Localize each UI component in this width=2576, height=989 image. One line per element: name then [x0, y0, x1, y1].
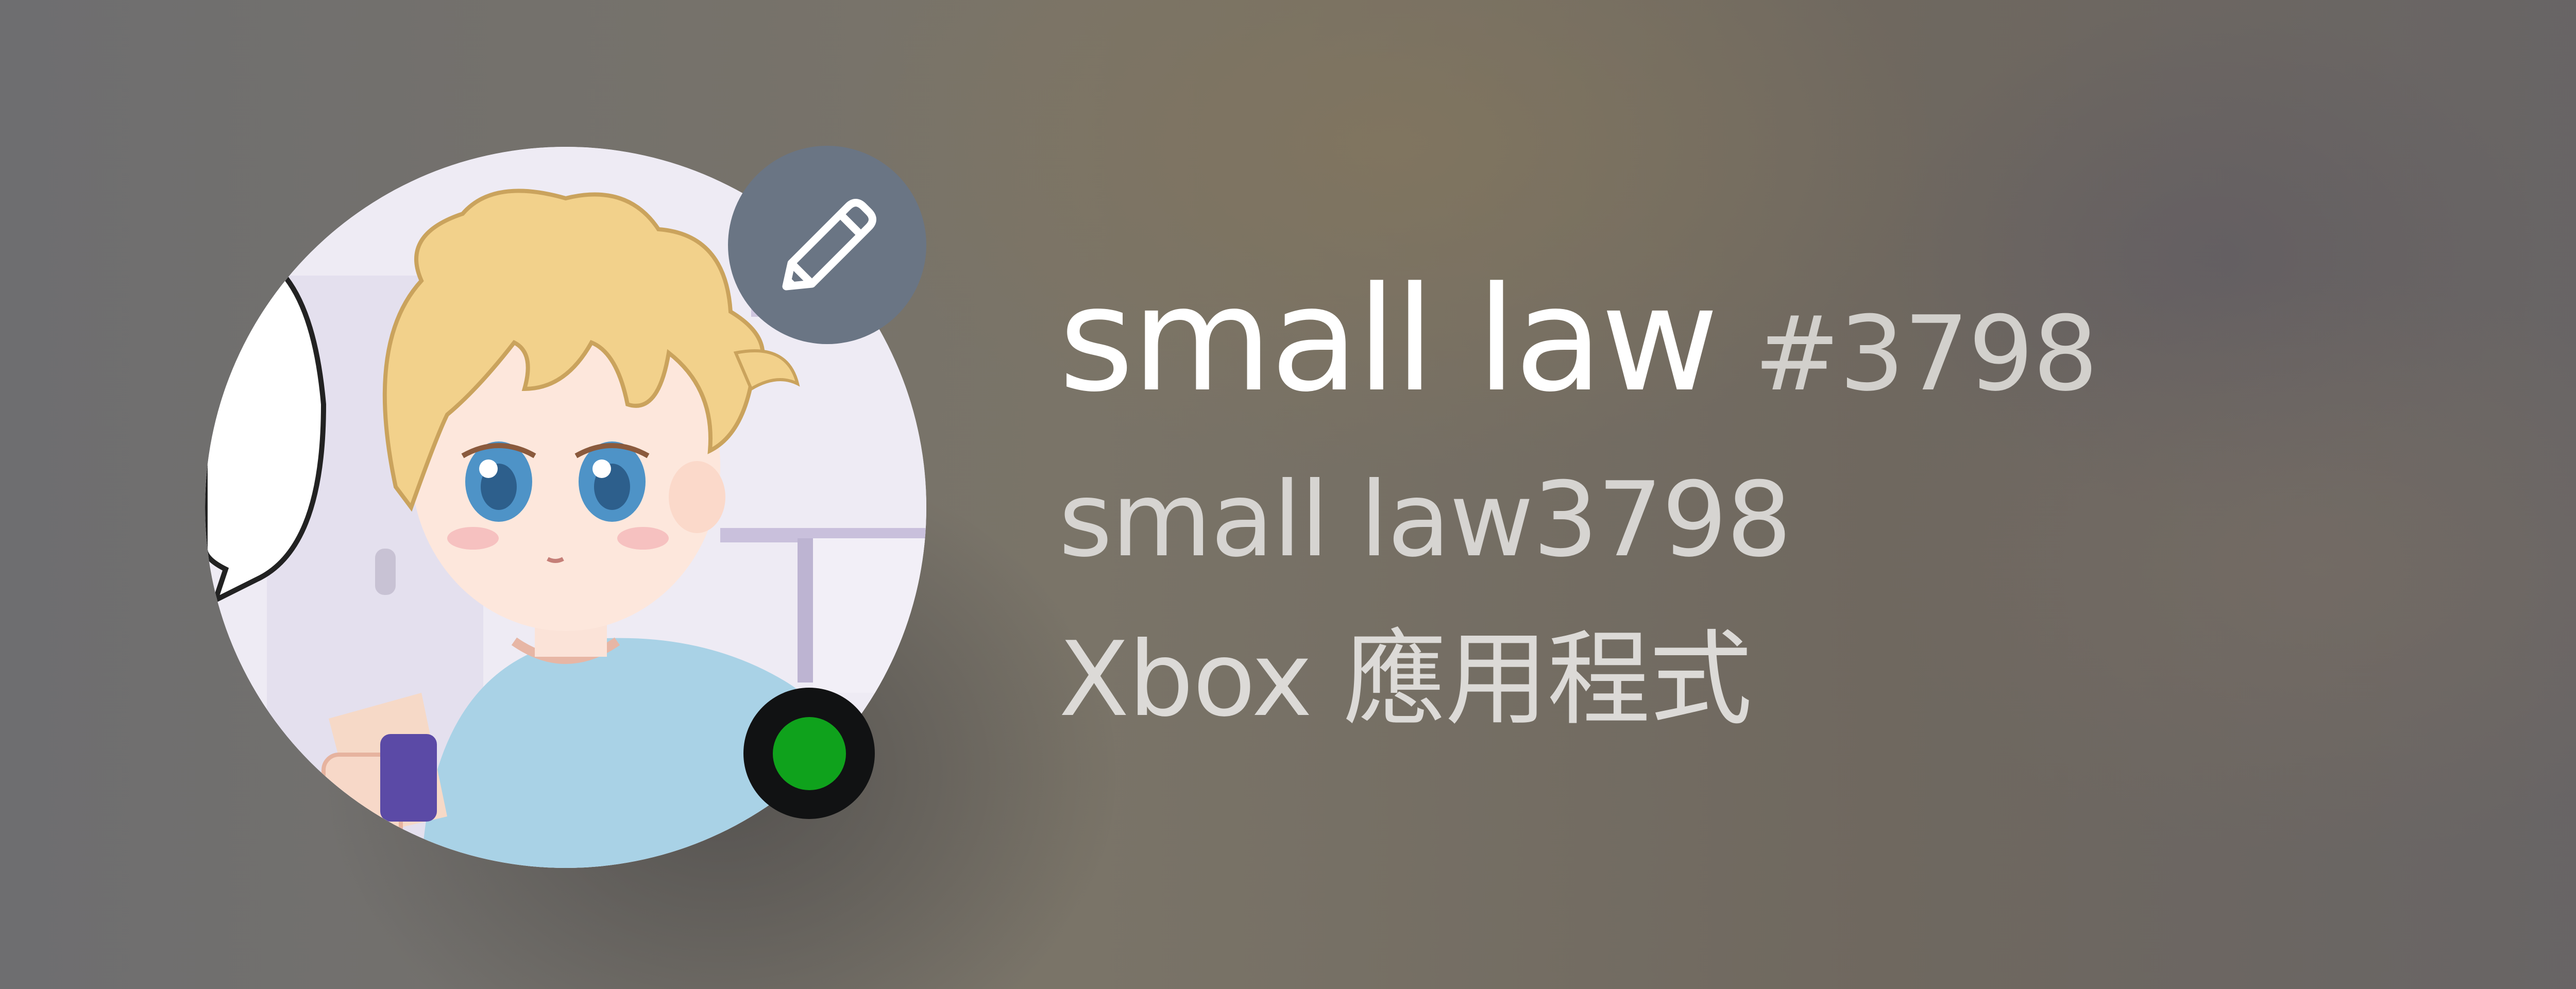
- online-status-indicator: [743, 688, 875, 819]
- activity-text: Xbox 應用程式: [1059, 620, 1752, 740]
- edit-avatar-button[interactable]: [728, 146, 926, 344]
- pencil-icon: [782, 198, 876, 290]
- name-row: small law #3798: [1059, 268, 2576, 412]
- avatar-container: [205, 146, 926, 868]
- status-dot: [772, 717, 846, 790]
- profile-info: small law #3798 small law3798 Xbox 應用程式: [1059, 268, 2576, 731]
- discriminator-tag: #3798: [1754, 294, 2098, 414]
- display-name: small law: [1059, 256, 1719, 424]
- username: small law3798: [1059, 460, 1792, 580]
